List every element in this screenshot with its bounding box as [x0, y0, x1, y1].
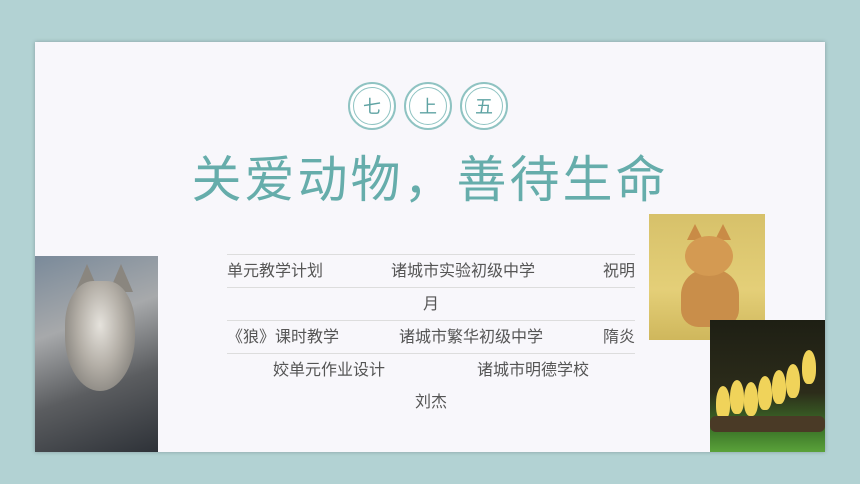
author-row: 单元教学计划 诸城市实验初级中学 祝明 — [227, 254, 635, 287]
item-name: 单元教学计划 — [227, 261, 324, 280]
badge-unit: 五 — [460, 82, 508, 130]
wolf-photo — [35, 256, 158, 452]
grade-badges: 七 上 五 — [345, 78, 515, 134]
author-row: 月 — [227, 287, 635, 320]
author-row: 《狼》课时教学 诸城市繁华初级中学 隋炎 — [227, 320, 635, 353]
item-name: 《狼》课时教学 — [227, 327, 340, 346]
author-list: 单元教学计划 诸城市实验初级中学 祝明 月 《狼》课时教学 诸城市繁华初级中学 … — [227, 254, 635, 418]
school-name: 诸城市繁华初级中学 — [398, 327, 543, 346]
badge-label: 上 — [419, 97, 437, 118]
author-name: 隋炎 — [602, 327, 635, 346]
page-title: 关爱动物，善待生命 — [191, 151, 669, 209]
badge-grade: 七 — [348, 82, 396, 130]
school-name: 诸城市明德学校 — [476, 360, 589, 379]
author-name: 祝明 — [602, 261, 635, 280]
author-name: 刘杰 — [414, 392, 447, 411]
badge-label: 七 — [363, 97, 381, 118]
author-row: 姣单元作业设计 诸城市明德学校 — [227, 353, 635, 386]
author-row: 刘杰 — [227, 386, 635, 418]
school-name: 诸城市实验初级中学 — [390, 261, 535, 280]
badge-term: 上 — [404, 82, 452, 130]
item-name: 姣单元作业设计 — [272, 360, 385, 379]
ducklings-photo — [710, 320, 825, 452]
slide: 七 上 五 关爱动物，善待生命 单元教学计划 诸城市实验初级中学 祝明 月 《狼… — [35, 42, 825, 452]
badge-label: 五 — [475, 97, 493, 118]
author-name: 月 — [422, 294, 439, 313]
